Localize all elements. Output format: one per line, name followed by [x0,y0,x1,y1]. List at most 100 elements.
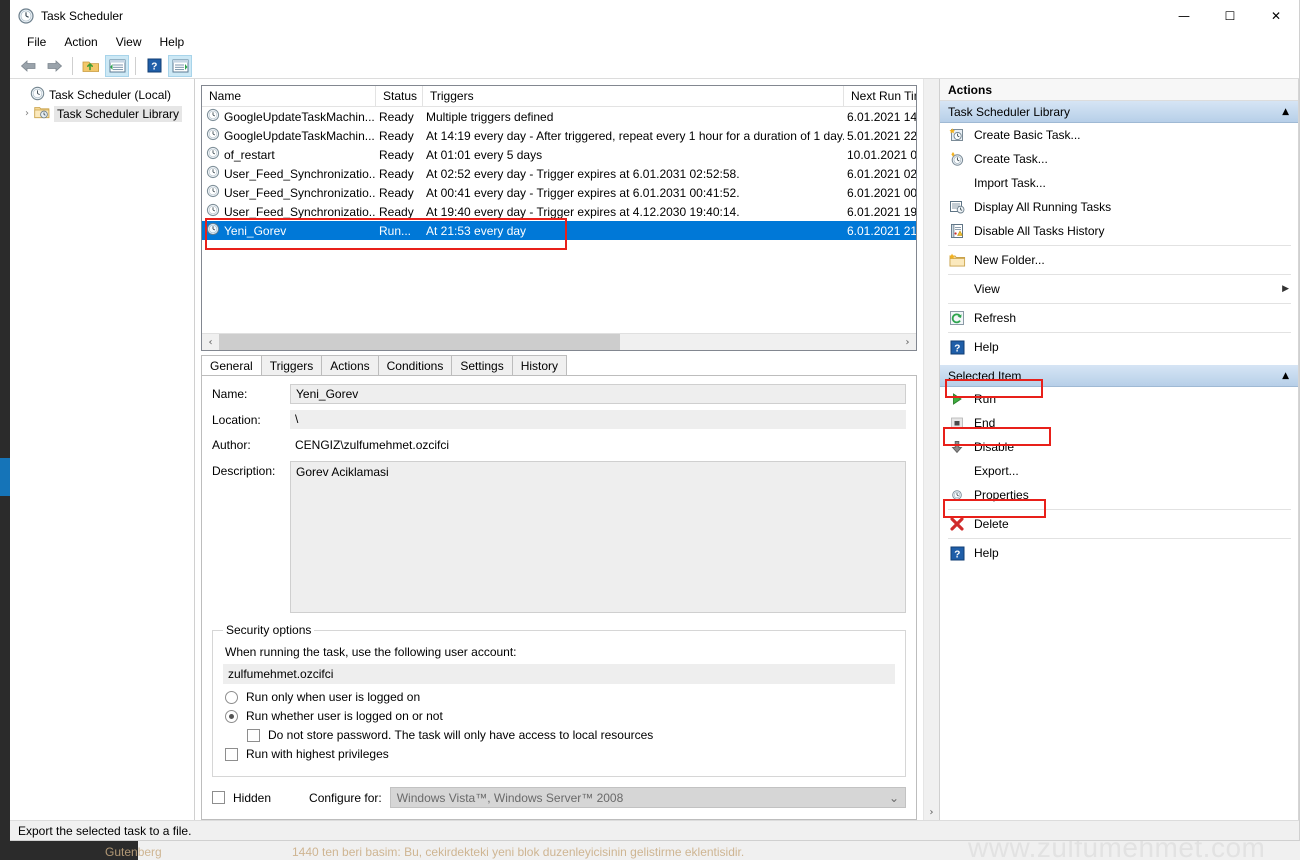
task-status: Run... [379,223,412,238]
new-folder-icon [946,253,968,268]
show-hide-console-tree-button[interactable] [105,54,129,77]
radio-icon[interactable] [225,690,238,704]
scroll-right-arrow-icon[interactable]: › [899,334,916,351]
maximize-button[interactable]: ☐ [1207,0,1253,31]
forward-button[interactable] [42,55,66,77]
tab-history[interactable]: History [511,355,568,375]
disable-icon [946,440,968,454]
hscroll-track[interactable] [219,333,899,350]
table-row[interactable]: of_restart Ready At 01:01 every 5 days 1… [202,145,916,164]
task-triggers: At 01:01 every 5 days [426,147,543,162]
action-import-task[interactable]: Import Task... [940,171,1299,195]
table-row[interactable]: User_Feed_Synchronizatio... Ready At 19:… [202,202,916,221]
actions-group-header-selected-item[interactable]: Selected Item ▲ [940,365,1299,387]
column-header-next-run-time[interactable]: Next Run Time [844,86,916,106]
tab-actions[interactable]: Actions [321,355,379,375]
scroll-left-arrow-icon[interactable]: ‹ [202,334,219,351]
task-name: User_Feed_Synchronizatio... [224,204,376,219]
action-help-selected-item[interactable]: ? Help [940,541,1299,565]
submenu-arrow-icon[interactable]: ▶ [1282,284,1289,294]
field-row-name: Name: Yeni_Gorev [212,384,906,404]
tree-item-task-scheduler-library[interactable]: › Task Scheduler Library [10,104,194,123]
tree-item-task-scheduler-local[interactable]: Task Scheduler (Local) [10,85,194,104]
actions-group-header-library[interactable]: Task Scheduler Library ▲ [940,101,1299,123]
back-button[interactable] [16,55,40,77]
collapse-chevron-icon[interactable]: ▲ [1282,107,1289,117]
checkbox-icon[interactable] [247,728,260,742]
tab-settings[interactable]: Settings [451,355,513,375]
task-name-cell: of_restart [202,146,376,163]
checkbox-icon[interactable] [225,747,238,761]
close-button[interactable]: ✕ [1253,0,1299,31]
tab-conditions[interactable]: Conditions [377,355,453,375]
author-value: CENGIZ\zulfumehmet.ozcifci [295,438,450,452]
action-end[interactable]: End [940,411,1299,435]
chevron-right-icon[interactable]: › [20,108,34,119]
center-vertical-scrollbar[interactable]: › [923,79,939,820]
task-name-cell: Yeni_Gorev [202,222,376,239]
configure-for-label: Configure for: [309,790,382,805]
column-header-name[interactable]: Name [202,86,376,106]
description-label: Description: [212,464,276,478]
task-status: Ready [379,166,414,181]
console-tree-pane: Task Scheduler (Local) › Task Scheduler … [10,79,195,820]
field-row-location: Location: \ [212,410,906,429]
show-hide-action-pane-button[interactable] [168,54,192,77]
checkbox-hidden[interactable] [212,791,225,804]
task-list-header: Name Status Triggers Next Run Time [202,86,916,107]
action-disable[interactable]: Disable [940,435,1299,459]
radio-run-only-when-logged-on[interactable]: Run only when user is logged on [225,690,895,704]
column-header-status[interactable]: Status [376,86,423,106]
action-refresh[interactable]: Refresh [940,306,1299,330]
clock-icon [206,222,220,239]
menu-file[interactable]: File [18,33,55,51]
task-next-run-time: 10.01.2021 01:01: [847,147,916,162]
task-list-view: Name Status Triggers Next Run Time Googl… [201,85,917,351]
menu-action[interactable]: Action [55,33,106,51]
up-folder-button[interactable] [79,55,103,77]
description-field[interactable]: Gorev Aciklamasi [290,461,906,613]
task-status: Ready [379,204,414,219]
radio-label: Run whether user is logged on or not [246,709,443,723]
action-new-folder[interactable]: New Folder... [940,248,1299,272]
location-field: \ [290,410,906,429]
action-create-task[interactable]: Create Task... [940,147,1299,171]
action-delete[interactable]: Delete [940,512,1299,536]
scroll-down-arrow-icon[interactable]: › [930,807,934,818]
column-header-triggers[interactable]: Triggers [423,86,844,106]
tab-general[interactable]: General [201,355,262,375]
menu-view[interactable]: View [107,33,151,51]
checkbox-do-not-store-password[interactable]: Do not store password. The task will onl… [247,728,895,742]
task-name-cell: User_Feed_Synchronizatio... [202,165,376,182]
action-export[interactable]: Export... [940,459,1299,483]
action-properties[interactable]: Properties [940,483,1299,507]
action-run[interactable]: Run [940,387,1299,411]
name-field[interactable]: Yeni_Gorev [290,384,906,404]
hscroll-thumb[interactable] [219,333,621,350]
radio-icon-selected[interactable] [225,709,238,723]
action-disable-all-tasks-history[interactable]: Disable All Tasks History [940,219,1299,243]
radio-run-whether-logged-on-or-not[interactable]: Run whether user is logged on or not [225,709,895,723]
table-row[interactable]: User_Feed_Synchronizatio... Ready At 02:… [202,164,916,183]
configure-for-select[interactable]: Windows Vista™, Windows Server™ 2008 ⌄ [389,787,906,808]
minimize-button[interactable]: — [1161,0,1207,31]
action-create-basic-task[interactable]: Create Basic Task... [940,123,1299,147]
clock-icon [206,146,220,163]
task-list-horizontal-scrollbar[interactable]: ‹ › [202,333,916,350]
chevron-down-icon[interactable]: ⌄ [889,791,899,805]
action-view[interactable]: View ▶ [940,277,1299,301]
checkbox-run-with-highest-privileges[interactable]: Run with highest privileges [225,747,895,761]
table-row[interactable]: GoogleUpdateTaskMachin... Ready At 14:19… [202,126,916,145]
checkbox-label: Run with highest privileges [246,747,389,761]
help-button[interactable]: ? [142,55,166,77]
action-help-library[interactable]: ? Help [940,335,1299,359]
collapse-chevron-icon[interactable]: ▲ [1282,371,1289,381]
action-label: New Folder... [974,253,1045,267]
table-row[interactable]: GoogleUpdateTaskMachin... Ready Multiple… [202,107,916,126]
close-icon: ✕ [1270,8,1282,23]
menu-help[interactable]: Help [151,33,194,51]
table-row[interactable]: User_Feed_Synchronizatio... Ready At 00:… [202,183,916,202]
tab-triggers[interactable]: Triggers [260,355,323,375]
action-display-all-running-tasks[interactable]: Display All Running Tasks [940,195,1299,219]
table-row-selected[interactable]: Yeni_Gorev Run... At 21:53 every day 6.0… [202,221,916,240]
